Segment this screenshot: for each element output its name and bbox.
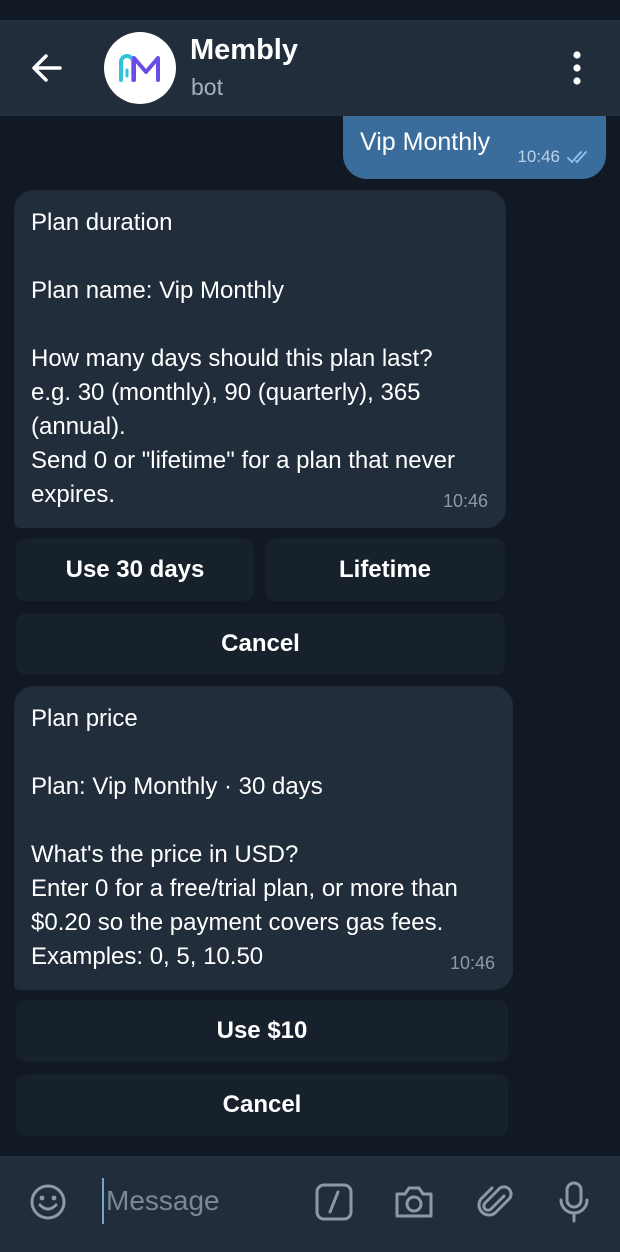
avatar[interactable]: [104, 32, 176, 104]
message-line: $0.20 so the payment covers gas fees.: [31, 909, 444, 936]
paperclip-icon: [477, 1185, 513, 1217]
chat-header: Membly bot: [0, 20, 620, 116]
message-line: e.g. 30 (monthly), 90 (quarterly), 365: [31, 379, 421, 406]
message-text: Vip Monthly: [360, 128, 491, 156]
message-line: [31, 308, 490, 342]
message-list: Vip Monthly 10:46 Plan duration Plan nam…: [0, 116, 620, 1156]
microphone-icon: [559, 1181, 589, 1223]
slash-command-icon: [315, 1183, 353, 1221]
more-vertical-icon: [573, 51, 581, 85]
incoming-message[interactable]: Plan duration Plan name: Vip Monthly How…: [14, 190, 506, 528]
message-line: Plan: Vip Monthly · 30 days: [31, 773, 323, 800]
message-line: What's the price in USD?: [31, 841, 299, 868]
camera-button[interactable]: [392, 1180, 436, 1224]
cancel-button[interactable]: Cancel: [16, 613, 505, 675]
cancel-button[interactable]: Cancel: [16, 1074, 508, 1136]
incoming-message[interactable]: Plan price Plan: Vip Monthly · 30 days W…: [14, 686, 513, 990]
message-line: Plan name: Vip Monthly: [31, 277, 285, 304]
message-time: 10:46: [442, 491, 488, 511]
arrow-left-icon: [32, 54, 62, 82]
emoji-button[interactable]: [26, 1180, 70, 1224]
camera-icon: [395, 1186, 433, 1218]
attach-button[interactable]: [474, 1180, 518, 1224]
outgoing-message[interactable]: Vip Monthly 10:46: [343, 116, 606, 179]
message-line: [31, 804, 497, 838]
use-30-days-button[interactable]: Use 30 days: [16, 538, 254, 601]
use-10-dollars-button[interactable]: Use $10: [16, 1000, 508, 1062]
message-line: Enter 0 for a free/trial plan, or more t…: [31, 875, 458, 902]
message-line: (annual).: [31, 413, 126, 440]
message-line: [31, 736, 497, 770]
message-time: 10:46: [517, 147, 560, 166]
emoji-icon: [30, 1184, 66, 1220]
back-button[interactable]: [24, 50, 72, 86]
membly-logo-icon: [119, 54, 160, 82]
message-time: 10:46: [449, 953, 495, 973]
chat-title: Membly: [190, 34, 298, 66]
message-line: Send 0 or "lifetime" for a plan that nev…: [31, 447, 455, 474]
lifetime-button[interactable]: Lifetime: [265, 538, 505, 601]
status-bar: [0, 0, 620, 20]
message-line: Plan price: [31, 705, 138, 732]
message-line: expires.: [31, 481, 116, 508]
message-line: Plan duration: [31, 209, 173, 236]
bot-commands-button[interactable]: [312, 1180, 356, 1224]
message-line: Examples: 0, 5, 10.50: [31, 943, 264, 970]
message-composer: [0, 1156, 620, 1252]
double-check-icon: [567, 151, 587, 164]
chat-subtitle: bot: [191, 74, 223, 100]
message-line: How many days should this plan last?: [31, 345, 433, 372]
message-line: [31, 240, 490, 274]
message-meta: 10:46: [517, 147, 594, 167]
message-input[interactable]: [102, 1178, 302, 1224]
more-menu-button[interactable]: [560, 48, 594, 88]
voice-button[interactable]: [552, 1180, 596, 1224]
